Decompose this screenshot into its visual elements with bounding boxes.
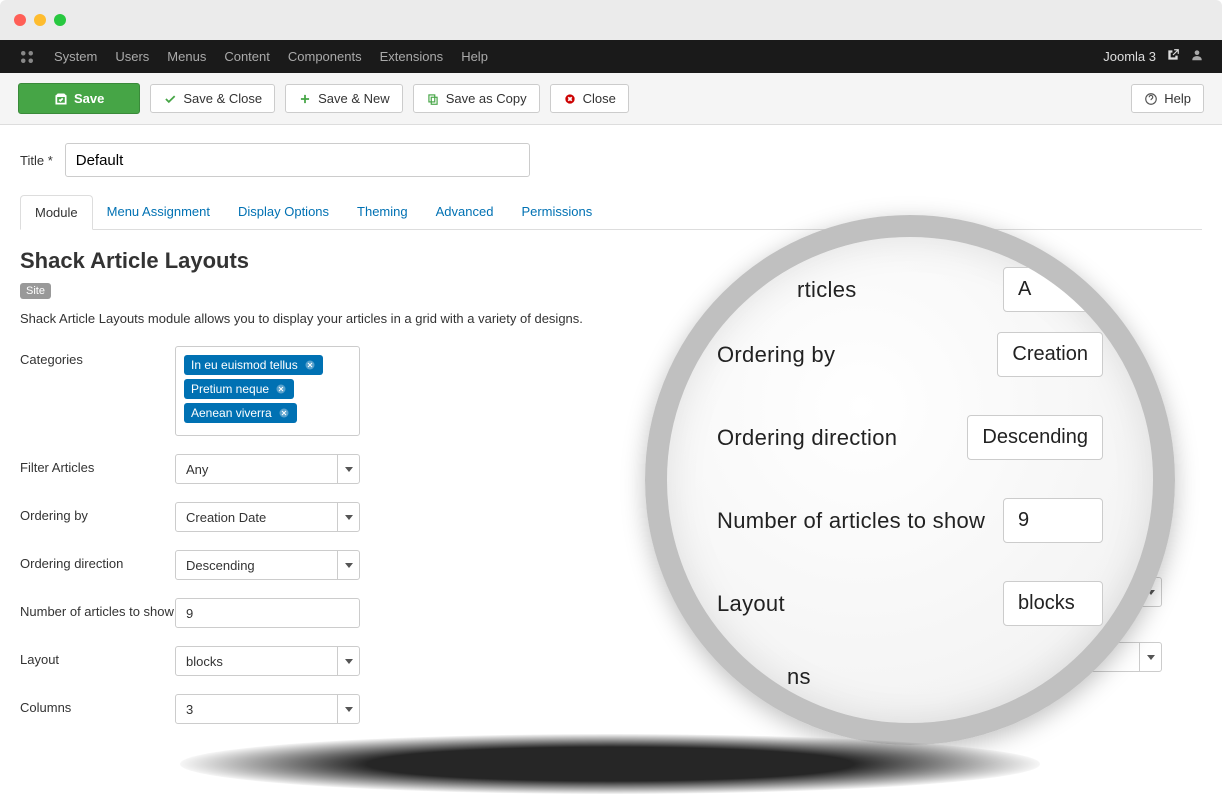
category-tag[interactable]: In eu euismod tellus (184, 355, 323, 375)
columns-label: Columns (20, 694, 175, 715)
check-icon (163, 92, 177, 106)
ordering-direction-select[interactable]: Descending (175, 550, 360, 580)
mag-num-articles-label: Number of articles to show (717, 508, 985, 534)
traffic-light-minimize[interactable] (34, 14, 46, 26)
chevron-down-icon (337, 455, 359, 483)
save-new-button[interactable]: Save & New (285, 84, 403, 113)
chevron-down-icon (337, 647, 359, 675)
joomla-logo-icon (18, 48, 36, 66)
chevron-down-icon (337, 551, 359, 579)
menu-system[interactable]: System (54, 49, 97, 64)
chevron-down-icon (1139, 643, 1161, 671)
num-articles-input[interactable]: 9 (175, 598, 360, 628)
layout-select[interactable]: blocks (175, 646, 360, 676)
category-tag[interactable]: Aenean viverra (184, 403, 297, 423)
mag-ordering-direction-select[interactable]: Descending (967, 415, 1103, 460)
categories-label: Categories (20, 346, 175, 367)
columns-select[interactable]: 3 (175, 694, 360, 724)
save-close-button[interactable]: Save & Close (150, 84, 275, 113)
plus-icon (298, 92, 312, 106)
site-name-link[interactable]: Joomla 3 (1103, 49, 1156, 64)
traffic-light-zoom[interactable] (54, 14, 66, 26)
close-button[interactable]: Close (550, 84, 629, 113)
drop-shadow (180, 734, 1040, 794)
remove-tag-icon[interactable] (278, 407, 290, 419)
user-icon[interactable] (1190, 48, 1204, 65)
chevron-down-icon (337, 695, 359, 723)
menu-help[interactable]: Help (461, 49, 488, 64)
title-label: Title * (20, 153, 53, 168)
mag-num-articles-input[interactable]: 9 (1003, 498, 1103, 543)
copy-icon (426, 92, 440, 106)
action-toolbar: Save Save & Close Save & New Save as Cop… (0, 73, 1222, 125)
chevron-down-icon (337, 503, 359, 531)
tab-advanced[interactable]: Advanced (422, 195, 508, 229)
layout-label: Layout (20, 646, 175, 667)
menu-content[interactable]: Content (224, 49, 270, 64)
filter-select[interactable]: Any (175, 454, 360, 484)
remove-tag-icon[interactable] (304, 359, 316, 371)
save-copy-button[interactable]: Save as Copy (413, 84, 540, 113)
window-chrome (0, 0, 1222, 40)
ordering-direction-label: Ordering direction (20, 550, 175, 571)
external-link-icon (1166, 48, 1180, 65)
content-area: Title * Module Menu Assignment Display O… (0, 125, 1222, 724)
ordering-by-label: Ordering by (20, 502, 175, 523)
mag-ordering-by-label: Ordering by (717, 342, 835, 368)
help-icon (1144, 92, 1158, 106)
filter-label: Filter Articles (20, 454, 175, 475)
mag-label: rticles (797, 277, 857, 303)
tab-permissions[interactable]: Permissions (507, 195, 606, 229)
ordering-by-select[interactable]: Creation Date (175, 502, 360, 532)
site-badge: Site (20, 283, 51, 299)
mag-layout-label: Layout (717, 591, 785, 617)
menu-menus[interactable]: Menus (167, 49, 206, 64)
category-tag[interactable]: Pretium neque (184, 379, 294, 399)
tab-display-options[interactable]: Display Options (224, 195, 343, 229)
mag-ordering-direction-label: Ordering direction (717, 425, 897, 451)
remove-tag-icon[interactable] (275, 383, 287, 395)
mag-ordering-by-select[interactable]: Creation (997, 332, 1103, 377)
tab-menu-assignment[interactable]: Menu Assignment (93, 195, 224, 229)
traffic-light-close[interactable] (14, 14, 26, 26)
save-label: Save (74, 91, 104, 106)
check-icon (54, 92, 68, 106)
help-button[interactable]: Help (1131, 84, 1204, 113)
magnifier-lens: rticles A Ordering by Creation Ordering … (645, 215, 1175, 745)
categories-field[interactable]: In eu euismod tellus Pretium neque Aenea… (175, 346, 360, 436)
num-articles-label: Number of articles to show (20, 598, 175, 619)
close-icon (563, 92, 577, 106)
tab-theming[interactable]: Theming (343, 195, 422, 229)
tab-module[interactable]: Module (20, 195, 93, 230)
tabs: Module Menu Assignment Display Options T… (20, 195, 1202, 230)
menu-extensions[interactable]: Extensions (380, 49, 444, 64)
mag-label: ns (787, 664, 811, 690)
mag-layout-select[interactable]: blocks (1003, 581, 1103, 626)
admin-topbar: System Users Menus Content Components Ex… (0, 40, 1222, 73)
save-button[interactable]: Save (18, 83, 140, 114)
menu-components[interactable]: Components (288, 49, 362, 64)
menu-users[interactable]: Users (115, 49, 149, 64)
title-input[interactable] (65, 143, 530, 177)
